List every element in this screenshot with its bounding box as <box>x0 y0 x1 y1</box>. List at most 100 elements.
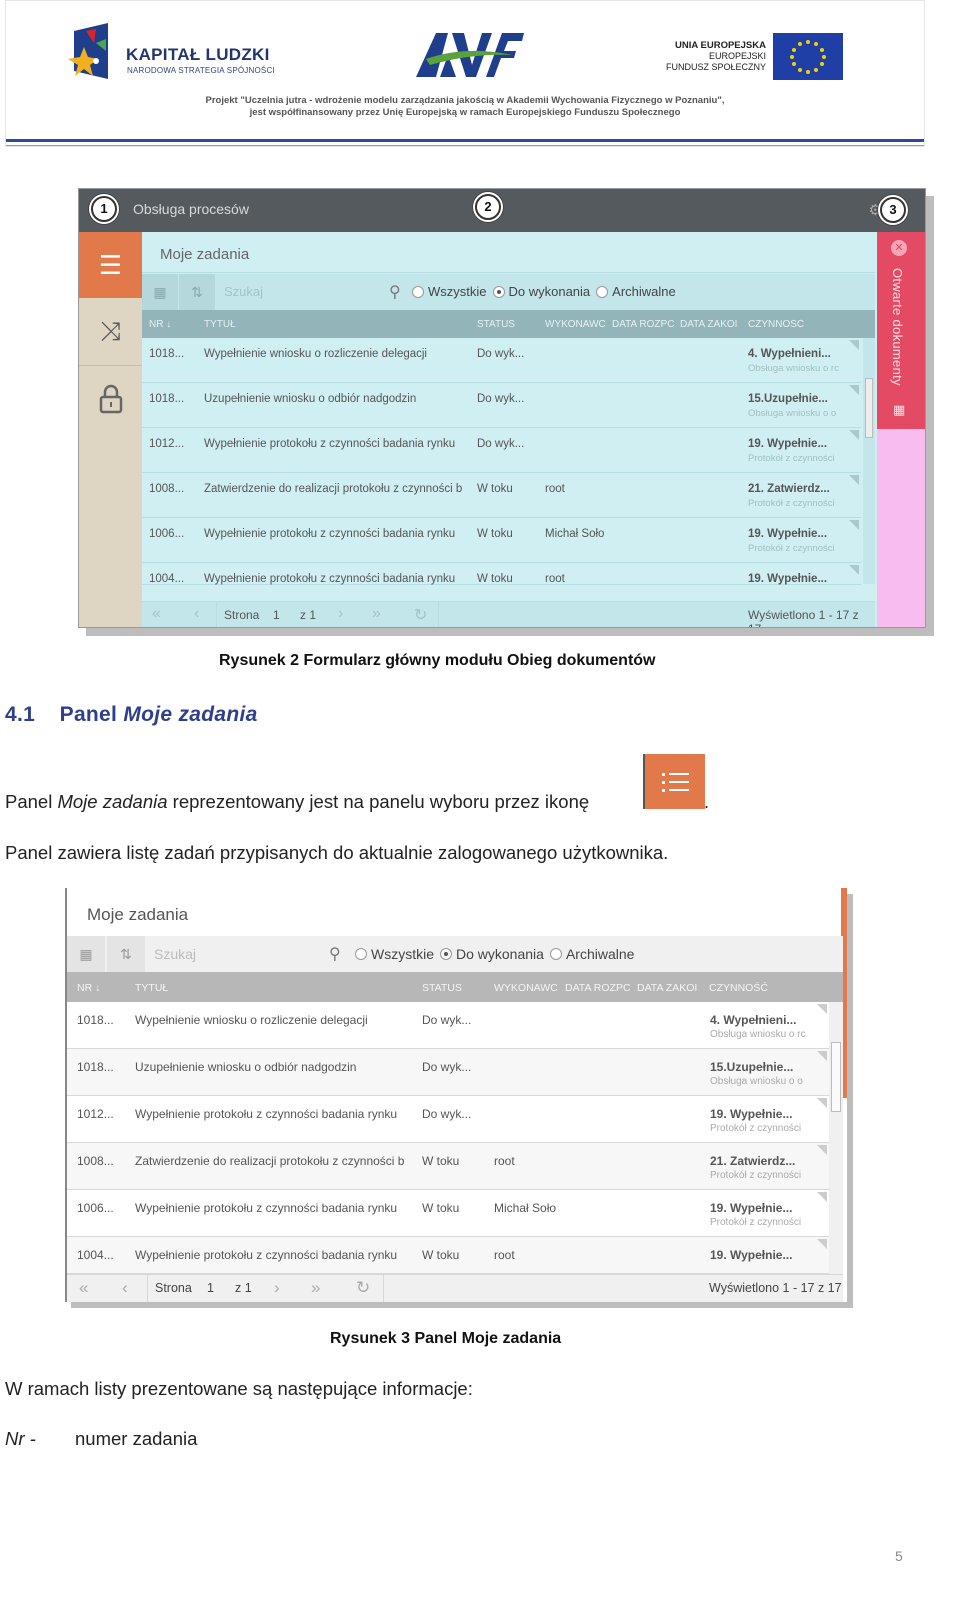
col-activity[interactable]: CZYNNOŚĆ <box>748 319 804 330</box>
figure-caption-2: Rysunek 2 Formularz główny modułu Obieg … <box>219 652 656 669</box>
filter-all-radio[interactable]: Wszystkie <box>355 946 434 962</box>
task-nr: 1018... <box>149 393 185 405</box>
prev-page-icon[interactable]: ‹ <box>122 1278 128 1298</box>
definition-term-nr: Nr - <box>5 1428 36 1449</box>
row-corner-marker <box>817 1192 827 1202</box>
col-executor[interactable]: WYKONAWC <box>545 319 607 330</box>
first-page-icon[interactable]: « <box>152 605 161 623</box>
next-page-icon[interactable]: › <box>338 605 343 623</box>
eu-line-1: UNIA EUROPEJSKA <box>675 40 766 51</box>
last-page-icon[interactable]: » <box>311 1278 320 1298</box>
para1-rest: reprezentowany jest na panelu wyboru prz… <box>172 791 590 812</box>
table-row[interactable]: 1018... Wypełnienie wniosku o rozliczenie… <box>142 338 861 383</box>
next-page-icon[interactable]: › <box>274 1278 280 1298</box>
section-title-italic: Moje zadania <box>123 703 258 726</box>
table-row[interactable]: 1004... Wypełnienie protokołu z czynności… <box>142 563 861 585</box>
table-row[interactable]: 1012... Wypełnienie protokołu z czynności… <box>67 1096 829 1143</box>
task-executor: root <box>494 1154 515 1168</box>
task-process: Obsługa wniosku o rc <box>710 1029 806 1040</box>
col-start-date[interactable]: DATA ROZPC <box>565 982 631 994</box>
kapital-ludzki-logo <box>68 23 108 79</box>
col-end-date[interactable]: DATA ZAKOI <box>680 319 742 330</box>
grid-view-icon[interactable]: ▦ <box>142 274 178 310</box>
task-nr: 1004... <box>77 1248 114 1262</box>
col-activity[interactable]: CZYNNOŚĆ <box>709 982 768 994</box>
table-scrollbar[interactable] <box>863 338 875 584</box>
para1-start: Panel <box>5 791 53 812</box>
search-input[interactable]: Szukaj <box>154 946 196 962</box>
search-input[interactable]: Szukaj <box>224 284 263 299</box>
col-executor[interactable]: WYKONAWC <box>494 982 560 994</box>
scroll-thumb[interactable] <box>865 378 873 438</box>
filter-todo-radio[interactable]: Do wykonania <box>440 946 544 962</box>
col-title[interactable]: TYTUŁ <box>135 982 168 994</box>
close-icon[interactable]: ✕ <box>891 240 907 256</box>
prev-page-icon[interactable]: ‹ <box>194 605 199 623</box>
sort-icon[interactable]: ⇅ <box>107 936 145 972</box>
sort-icon[interactable]: ⇅ <box>179 274 215 310</box>
row-corner-marker <box>849 340 859 350</box>
filter-archived-radio[interactable]: Archiwalne <box>549 946 634 962</box>
table-row[interactable]: 1004... Wypełnienie protokołu z czynności… <box>67 1237 829 1274</box>
page-input[interactable]: 1 <box>273 608 280 622</box>
task-status: Do wyk... <box>477 348 525 360</box>
sidebar: ☰ ⤨ <box>79 232 142 627</box>
open-documents-panel[interactable]: ✕ Otwarte dokumenty ▦ <box>877 232 925 627</box>
refresh-icon[interactable]: ↻ <box>356 1278 370 1298</box>
task-activity: 4. Wypełnieni... <box>748 348 831 360</box>
project-text: Projekt "Uczelnia jutra - wdrożenie mode… <box>6 95 924 119</box>
sidebar-item-security[interactable] <box>79 366 142 432</box>
filter-all-radio[interactable]: Wszystkie <box>412 284 487 299</box>
task-status: Do wyk... <box>477 393 525 405</box>
table-row[interactable]: 1018... Uzupełnienie wniosku o odbiór nad… <box>67 1049 829 1096</box>
col-start-date[interactable]: DATA ROZPC <box>612 319 674 330</box>
search-icon[interactable]: ⚲ <box>389 282 401 302</box>
task-process: Obsługa wniosku o o <box>710 1076 803 1087</box>
refresh-icon[interactable]: ↻ <box>414 605 427 625</box>
lock-icon <box>99 384 122 414</box>
sidebar-item-processes[interactable]: ⤨ <box>79 299 142 365</box>
task-nr: 1012... <box>149 438 185 450</box>
page-input[interactable]: 1 <box>207 1281 214 1295</box>
filter-todo-radio[interactable]: Do wykonania <box>492 284 591 299</box>
task-process: Protokół z czynności <box>710 1123 802 1134</box>
col-title[interactable]: TYTUŁ <box>204 319 236 330</box>
task-title: Wypełnienie protokołu z czynności badani… <box>204 528 456 540</box>
task-title: Zatwierdzenie do realizacji protokołu z … <box>204 483 463 495</box>
grid-view-icon[interactable]: ▦ <box>67 936 105 972</box>
paragraph-1: Panel Moje zadania reprezentowany jest n… <box>5 791 589 813</box>
task-activity: 19. Wypełnie... <box>710 1201 793 1215</box>
last-page-icon[interactable]: » <box>372 605 381 623</box>
first-page-icon[interactable]: « <box>79 1278 88 1298</box>
filter-todo-label: Do wykonania <box>508 284 591 299</box>
table-row[interactable]: 1006... Wypełnienie protokołu z czynności… <box>67 1190 829 1237</box>
col-status[interactable]: STATUS <box>477 319 515 330</box>
page-label: Strona <box>224 608 260 622</box>
table-row[interactable]: 1008... Zatwierdzenie do realizacji proto… <box>142 473 861 518</box>
pager-sep <box>438 602 439 627</box>
sidebar-item-my-tasks[interactable]: ☰ <box>79 232 142 298</box>
task-activity: 15.Uzupełnie... <box>710 1060 794 1074</box>
col-nr[interactable]: NR ↓ <box>149 319 171 330</box>
paragraph-2: Panel zawiera listę zadań przypisanych d… <box>5 842 669 863</box>
table-row[interactable]: 1008... Zatwierdzenie do realizacji proto… <box>67 1143 829 1190</box>
task-title: Wypełnienie protokołu z czynności badani… <box>135 1201 398 1215</box>
task-activity: 21. Zatwierdz... <box>710 1154 796 1168</box>
task-activity: 19. Wypełnie... <box>748 438 828 450</box>
table-row[interactable]: 1006... Wypełnienie protokołu z czynności… <box>142 518 861 563</box>
task-activity: 19. Wypełnie... <box>748 573 828 585</box>
scroll-thumb[interactable] <box>831 1042 841 1112</box>
table-scrollbar[interactable] <box>829 1002 843 1274</box>
filter-archived-radio[interactable]: Archiwalne <box>596 284 676 299</box>
col-status[interactable]: STATUS <box>422 982 462 994</box>
search-icon[interactable]: ⚲ <box>329 944 341 964</box>
col-end-date[interactable]: DATA ZAKOI <box>637 982 703 994</box>
shuffle-icon: ⤨ <box>100 316 121 346</box>
table-row[interactable]: 1018... Uzupełnienie wniosku o odbiór nad… <box>142 383 861 428</box>
col-nr[interactable]: NR ↓ <box>77 982 100 994</box>
app-titlebar: 1 Obsługa procesów 2 ⚙● 3 <box>79 189 925 232</box>
table-row[interactable]: 1018... Wypełnienie wniosku o rozliczenie… <box>67 1002 829 1049</box>
task-process: Protokół z czynności <box>748 453 835 464</box>
apps-grid-icon[interactable]: ▦ <box>893 402 905 418</box>
table-row[interactable]: 1012... Wypełnienie protokołu z czynności… <box>142 428 861 473</box>
